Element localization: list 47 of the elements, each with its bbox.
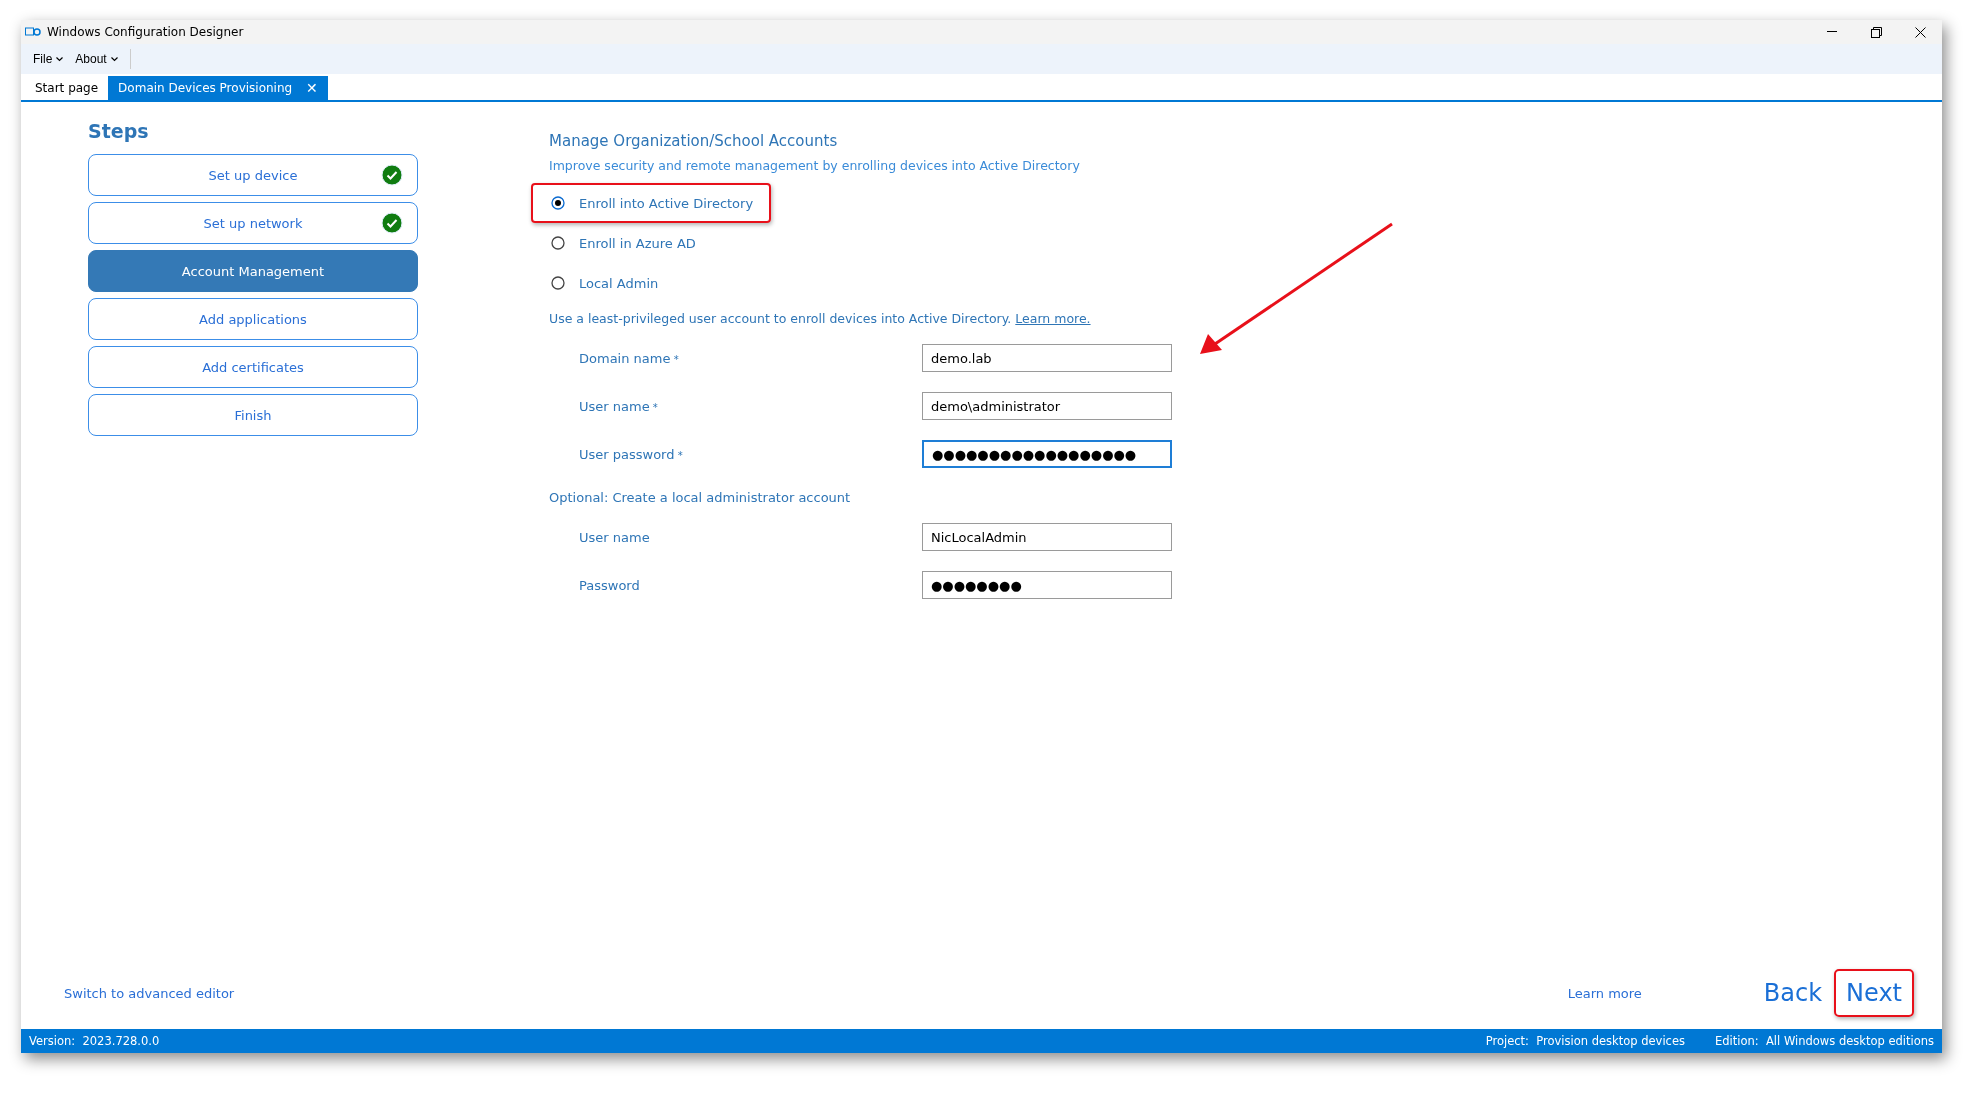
window-title: Windows Configuration Designer — [47, 25, 244, 39]
input-field[interactable]: ●●●●●●●●●●●●●●●●●● — [922, 440, 1172, 468]
input-field[interactable]: demo\administrator — [922, 392, 1172, 420]
field-label: Domain name * — [579, 350, 680, 366]
step-button[interactable]: Set up network — [88, 202, 418, 244]
advanced-editor-link[interactable]: Switch to advanced editor — [64, 985, 235, 1001]
input-field[interactable]: NicLocalAdmin — [922, 523, 1172, 551]
close-icon — [1914, 26, 1926, 38]
chevron-down-icon — [56, 56, 64, 62]
optional-heading: Optional: Create a local administrator account — [549, 490, 852, 505]
radio-circle-icon — [551, 236, 565, 250]
project-text: Project: Provision desktop devices — [1485, 1034, 1685, 1048]
input-field[interactable]: demo.lab — [922, 344, 1172, 372]
radio-option[interactable]: Enroll into Active Directory — [531, 183, 771, 223]
step-button[interactable]: Set up device — [88, 154, 418, 196]
edition-text: Edition: All Windows desktop editions — [1715, 1034, 1934, 1048]
field-label: User name — [579, 529, 651, 545]
step-button[interactable]: Account Management — [88, 250, 418, 292]
tab[interactable]: Domain Devices Provisioning ✕ — [108, 76, 329, 100]
chevron-down-icon — [110, 56, 118, 62]
step-button[interactable]: Finish — [88, 394, 418, 436]
input-field[interactable]: ●●●●●●●● — [922, 571, 1172, 599]
field-label: User password * — [579, 446, 684, 462]
restore-icon — [1870, 26, 1882, 38]
radio-circle-icon — [551, 196, 565, 210]
nav-button[interactable]: Back — [1751, 969, 1835, 1017]
nav-button[interactable]: Next — [1834, 969, 1914, 1017]
menu-item[interactable]: About — [71, 50, 122, 68]
radio-option[interactable]: Enroll in Azure AD — [531, 223, 771, 263]
tab[interactable]: Start page — [25, 76, 109, 100]
step-button[interactable]: Add certificates — [88, 346, 418, 388]
radio-circle-icon — [551, 276, 565, 290]
menu-item[interactable]: File — [29, 50, 68, 68]
radio-option[interactable]: Local Admin — [531, 263, 771, 303]
close-tab-button[interactable]: ✕ — [306, 80, 319, 96]
learn-more-link[interactable]: Learn more — [1567, 985, 1642, 1001]
step-button[interactable]: Add applications — [88, 298, 418, 340]
minimize-icon — [1827, 31, 1837, 33]
app-icon — [25, 27, 41, 37]
section-description: Improve security and remote management by enrolling devices into Active Directory — [549, 158, 1081, 173]
field-label: Password — [579, 577, 641, 593]
learn-more-link[interactable]: Learn more. — [1015, 311, 1091, 326]
field-label: User name * — [579, 398, 659, 414]
info-text: Use a least-privileged user account to enroll devices into Active Directory. Learn more. — [549, 311, 1092, 326]
version-text: Version: 2023.728.0.0 — [29, 1034, 160, 1048]
steps-heading: Steps — [88, 120, 150, 142]
section-heading: Manage Organization/School Accounts — [549, 132, 839, 150]
